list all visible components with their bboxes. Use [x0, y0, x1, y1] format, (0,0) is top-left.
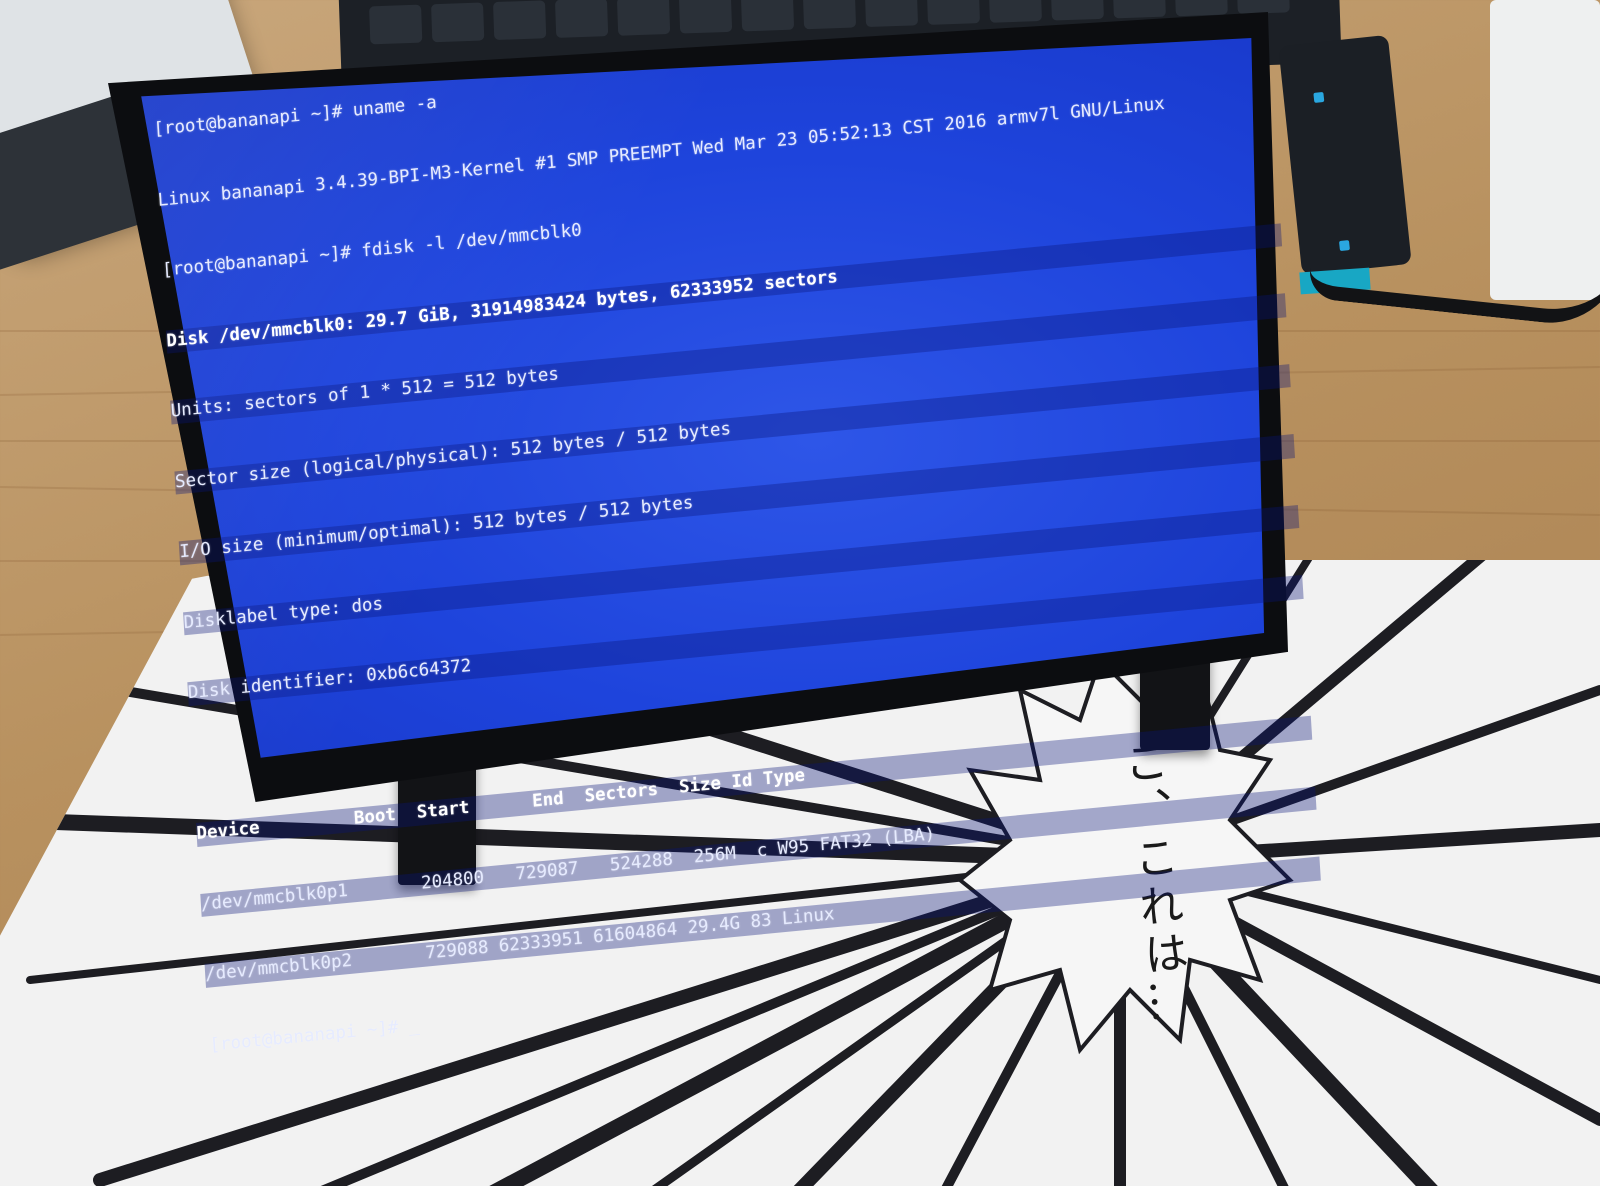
terminal-console[interactable]: [root@bananapi ~]# uname -a Linux banana…: [150, 0, 1327, 1081]
terminal-line: [root@bananapi ~]# uname -a: [152, 92, 438, 140]
